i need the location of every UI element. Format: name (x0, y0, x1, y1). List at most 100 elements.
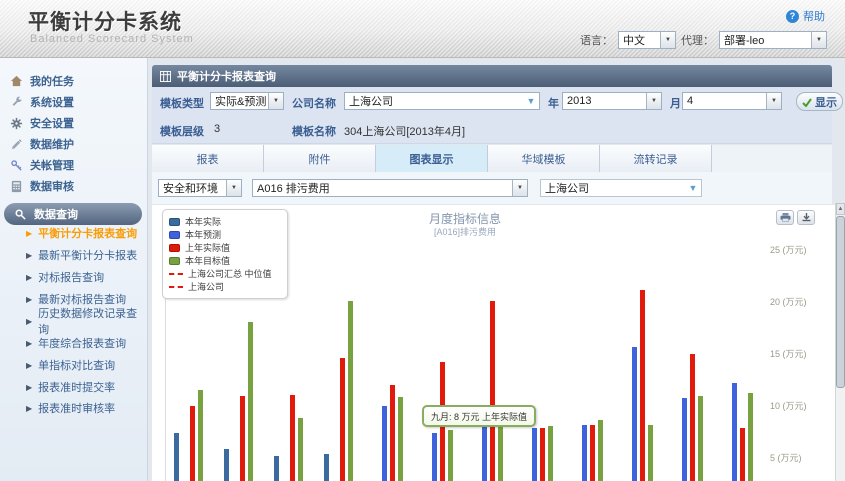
bar (382, 406, 387, 481)
sidebar: 我的任务 系统设置 安全设置 数据维护 关帐管理 数据审核 数据查询 ▶ 平衡 (0, 58, 148, 481)
year-label: 年 (548, 95, 559, 111)
bar (482, 423, 487, 481)
template-level-label: 模板层级 (160, 123, 204, 139)
chart-tooltip: 九月: 8 万元 上年实际值 (422, 405, 536, 427)
arrow-right-icon: ▶ (26, 383, 32, 392)
sidebar-item-my-tasks[interactable]: 我的任务 (10, 71, 74, 91)
refresh-green-icon (802, 97, 812, 107)
export-button[interactable] (797, 210, 815, 225)
print-button[interactable] (776, 210, 794, 225)
sidebar-item-security-settings[interactable]: 安全设置 (10, 113, 74, 133)
category-select[interactable]: 安全和环境 ▼ (158, 179, 242, 197)
filter-row-1: 模板类型 实际&预测 ▼ 公司名称 上海公司 ▼ 年 2013 ▼ 月 4 ▼ … (152, 87, 832, 117)
chevron-down-icon[interactable]: ▼ (268, 93, 283, 109)
sidebar-subitem-single-indicator-compare[interactable]: ▶ 单指标对比查询 (26, 356, 115, 374)
legend-swatch (169, 257, 180, 265)
chevron-down-icon[interactable]: ▼ (512, 180, 527, 196)
bar (590, 425, 595, 481)
sidebar-item-closing-management[interactable]: 关帐管理 (10, 155, 74, 175)
print-icon (780, 213, 791, 222)
filter-row-2: 模板层级 3 模板名称 304上海公司[2013年4月] (152, 117, 832, 144)
chevron-down-icon[interactable]: ▼ (766, 93, 781, 109)
bar (690, 354, 695, 481)
bar (432, 433, 437, 481)
vertical-scrollbar[interactable]: ▲ (835, 203, 845, 481)
chevron-down-icon[interactable]: ▼ (685, 180, 701, 196)
help-icon: ? (786, 10, 799, 23)
search-icon (14, 208, 27, 221)
legend-item: 本年目标值 (169, 254, 281, 267)
help-link[interactable]: ? 帮助 (786, 8, 825, 24)
legend-item: 上年实际值 (169, 241, 281, 254)
bar (174, 433, 179, 481)
chevron-down-icon[interactable]: ▼ (811, 32, 826, 48)
y-axis-tick-label: 15 (万元) (770, 347, 832, 360)
company-name-combo[interactable]: 上海公司 ▼ (344, 92, 540, 110)
bar (498, 423, 503, 481)
chevron-down-icon[interactable]: ▼ (226, 180, 241, 196)
arrow-right-icon: ▶ (26, 295, 32, 304)
chevron-down-icon[interactable]: ▼ (660, 32, 675, 48)
arrow-right-icon: ▶ (26, 273, 32, 282)
chevron-down-icon[interactable]: ▼ (523, 93, 539, 109)
bar (348, 301, 353, 481)
tab-report[interactable]: 报表 (152, 145, 264, 172)
show-button[interactable]: 显示 (796, 92, 843, 111)
sidebar-item-data-query[interactable]: 数据查询 (4, 203, 142, 225)
tab-flow-record[interactable]: 流转记录 (600, 145, 712, 172)
calculator-icon (10, 180, 23, 193)
report-icon (160, 71, 171, 82)
bar (648, 425, 653, 481)
bar (190, 406, 195, 481)
template-name-label: 模板名称 (292, 123, 336, 139)
sidebar-item-data-audit[interactable]: 数据审核 (10, 176, 74, 196)
bar (398, 397, 403, 481)
tab-attachment[interactable]: 附件 (264, 145, 376, 172)
bar (224, 449, 229, 481)
app-header: 平衡计分卡系统 Balanced Scorecard System ? 帮助 语… (0, 0, 845, 58)
tab-region-template[interactable]: 华域模板 (488, 145, 600, 172)
chart-toolbar (776, 210, 815, 225)
chart-company-select[interactable]: 上海公司 ▼ (540, 179, 702, 197)
sidebar-subitem-on-time-audit-rate[interactable]: ▶ 报表准时审核率 (26, 399, 115, 417)
top-controls: 语言： 中文 ▼ 代理： 部署-leo ▼ (580, 31, 827, 49)
panel-title: 平衡计分卡报表查询 (177, 68, 276, 84)
sidebar-item-system-settings[interactable]: 系统设置 (10, 92, 74, 112)
bar (274, 456, 279, 481)
year-select[interactable]: 2013 ▼ (562, 92, 662, 110)
chevron-down-icon[interactable]: ▼ (646, 93, 661, 109)
bar (640, 290, 645, 481)
y-axis-tick-label: 5 (万元) (770, 451, 832, 464)
template-type-select[interactable]: 实际&预测 ▼ (210, 92, 284, 110)
tab-bar: 报表 附件 图表显示 华域模板 流转记录 (152, 145, 832, 172)
sidebar-subitem-benchmark-report[interactable]: ▶ 对标报告查询 (26, 268, 104, 286)
language-select[interactable]: 中文 ▼ (618, 31, 676, 49)
tab-chart-display[interactable]: 图表显示 (376, 145, 488, 172)
sidebar-item-data-maintenance[interactable]: 数据维护 (10, 134, 74, 154)
month-label: 月 (670, 95, 681, 111)
scrollbar-thumb[interactable] (836, 216, 845, 388)
arrow-right-icon: ▶ (26, 317, 32, 326)
bar (632, 347, 637, 481)
bar (248, 322, 253, 481)
sidebar-subitem-history-modification-query[interactable]: ▶ 历史数据修改记录查询 (26, 312, 147, 330)
sidebar-subitem-bsc-report-query[interactable]: ▶ 平衡计分卡报表查询 (26, 224, 137, 242)
scroll-up-icon[interactable]: ▲ (836, 203, 845, 215)
month-select[interactable]: 4 ▼ (682, 92, 782, 110)
bar (598, 420, 603, 481)
bar (748, 393, 753, 481)
sidebar-subitem-latest-bsc-report[interactable]: ▶ 最新平衡计分卡报表 (26, 246, 137, 264)
arrow-right-icon: ▶ (26, 339, 32, 348)
y-axis-tick-label: 10 (万元) (770, 399, 832, 412)
arrow-right-icon: ▶ (26, 251, 32, 260)
agent-select[interactable]: 部署-leo ▼ (719, 31, 827, 49)
company-name-label: 公司名称 (292, 95, 336, 111)
indicator-select[interactable]: A016 排污费用 ▼ (252, 179, 528, 197)
bar (298, 418, 303, 481)
sidebar-subitem-annual-report-query[interactable]: ▶ 年度综合报表查询 (26, 334, 126, 352)
pencil-icon (10, 138, 23, 151)
bar (540, 428, 545, 481)
legend-swatch (169, 231, 180, 239)
sidebar-subitem-on-time-submit-rate[interactable]: ▶ 报表准时提交率 (26, 378, 115, 396)
legend-item: 上海公司汇总 中位值 (169, 267, 281, 280)
